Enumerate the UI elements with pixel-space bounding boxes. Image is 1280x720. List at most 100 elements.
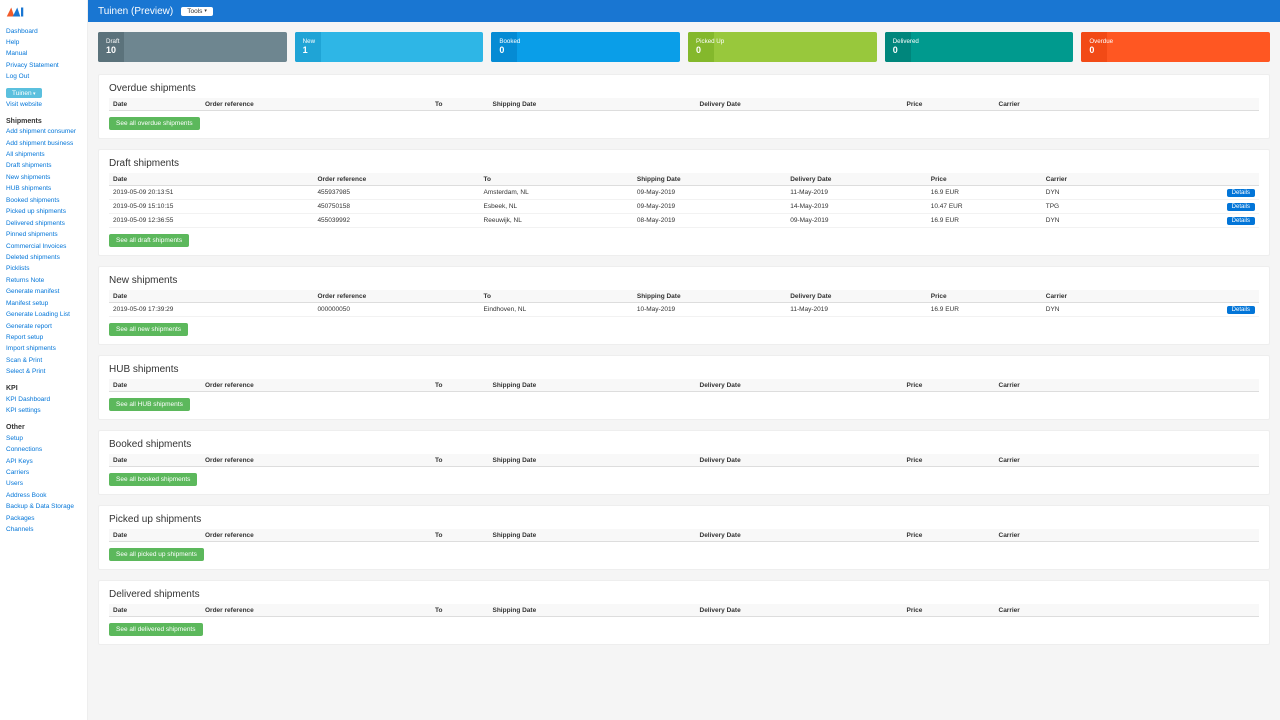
sidebar-link[interactable]: Channels bbox=[0, 525, 87, 536]
col-header-order: Order reference bbox=[313, 173, 479, 186]
sidebar-link[interactable]: Carriers bbox=[0, 467, 87, 478]
table-row: 2019-05-09 15:10:15450750158Esbeek, NL09… bbox=[109, 200, 1259, 214]
see-all-button[interactable]: See all overdue shipments bbox=[109, 117, 200, 130]
sidebar-link[interactable]: All shipments bbox=[0, 150, 87, 161]
shipments-panel: Draft shipmentsDateOrder referenceToShip… bbox=[98, 149, 1270, 256]
sidebar-link[interactable]: New shipments bbox=[0, 172, 87, 183]
shipments-table: DateOrder referenceToShipping DateDelive… bbox=[109, 604, 1259, 617]
sidebar-link[interactable]: Import shipments bbox=[0, 344, 87, 355]
sidebar-link[interactable]: Users bbox=[0, 479, 87, 490]
cell-carrier: DYN bbox=[1042, 186, 1183, 200]
tuinen-dropdown[interactable]: Tuinen bbox=[6, 88, 42, 98]
brand-logo-icon bbox=[6, 6, 24, 18]
sidebar-top-link[interactable]: Dashboard bbox=[0, 26, 87, 37]
main: Tuinen (Preview) Tools Draft10New1Booked… bbox=[88, 0, 1280, 720]
sidebar-link[interactable]: KPI Dashboard bbox=[0, 394, 87, 405]
cell-to: Esbeek, NL bbox=[480, 200, 633, 214]
cell-order: 450750158 bbox=[313, 200, 479, 214]
sidebar-link[interactable]: Generate manifest bbox=[0, 287, 87, 298]
sidebar-link[interactable]: API Keys bbox=[0, 456, 87, 467]
status-card[interactable]: Booked0 bbox=[491, 32, 680, 62]
col-header-ship: Shipping Date bbox=[489, 529, 696, 542]
cell-order: 455937985 bbox=[313, 186, 479, 200]
sidebar-link[interactable]: Draft shipments bbox=[0, 161, 87, 172]
details-button[interactable]: Details bbox=[1227, 306, 1255, 314]
shipments-panel: HUB shipmentsDateOrder referenceToShippi… bbox=[98, 355, 1270, 420]
sidebar-top-link[interactable]: Log Out bbox=[0, 72, 87, 83]
shipments-table: DateOrder referenceToShipping DateDelive… bbox=[109, 98, 1259, 111]
tools-dropdown[interactable]: Tools bbox=[181, 7, 213, 16]
sidebar-link[interactable]: Commercial Invoices bbox=[0, 241, 87, 252]
sidebar-top-link[interactable]: Help bbox=[0, 37, 87, 48]
sidebar-link[interactable]: Booked shipments bbox=[0, 195, 87, 206]
see-all-button[interactable]: See all delivered shipments bbox=[109, 623, 203, 636]
details-button[interactable]: Details bbox=[1227, 189, 1255, 197]
col-header-to: To bbox=[431, 529, 489, 542]
see-all-button[interactable]: See all booked shipments bbox=[109, 473, 197, 486]
sidebar-link[interactable]: Packages bbox=[0, 513, 87, 524]
col-header-date: Date bbox=[109, 604, 201, 617]
sidebar-link[interactable]: Select & Print bbox=[0, 367, 87, 378]
sidebar-link[interactable]: Address Book bbox=[0, 490, 87, 501]
cell-price: 10.47 EUR bbox=[927, 200, 1042, 214]
status-card-value: 1 bbox=[303, 45, 476, 56]
sidebar-link[interactable]: Connections bbox=[0, 445, 87, 456]
sidebar-link[interactable]: KPI settings bbox=[0, 406, 87, 417]
sidebar-link[interactable]: Deleted shipments bbox=[0, 252, 87, 263]
sidebar-link[interactable]: Pinned shipments bbox=[0, 230, 87, 241]
sidebar-link[interactable]: Backup & Data Storage bbox=[0, 502, 87, 513]
col-header-carrier: Carrier bbox=[995, 98, 1260, 111]
sidebar-link[interactable]: Report setup bbox=[0, 333, 87, 344]
cell-ship: 08-May-2019 bbox=[633, 214, 786, 228]
visit-website-link[interactable]: Visit website bbox=[0, 99, 87, 110]
details-button[interactable]: Details bbox=[1227, 217, 1255, 225]
details-button[interactable]: Details bbox=[1227, 203, 1255, 211]
sidebar-link[interactable]: Picked up shipments bbox=[0, 207, 87, 218]
sidebar-link[interactable]: Picklists bbox=[0, 264, 87, 275]
cell-price: 16.9 EUR bbox=[927, 303, 1042, 317]
sidebar-link[interactable]: Generate report bbox=[0, 321, 87, 332]
status-card[interactable]: Delivered0 bbox=[885, 32, 1074, 62]
col-header-price: Price bbox=[927, 290, 1042, 303]
status-card-value: 0 bbox=[1089, 45, 1262, 56]
sidebar-link[interactable]: Manifest setup bbox=[0, 298, 87, 309]
see-all-button[interactable]: See all HUB shipments bbox=[109, 398, 190, 411]
status-card[interactable]: Draft10 bbox=[98, 32, 287, 62]
panel-title: Picked up shipments bbox=[109, 514, 1259, 525]
sidebar-link[interactable]: Add shipment business bbox=[0, 138, 87, 149]
shipments-table: DateOrder referenceToShipping DateDelive… bbox=[109, 454, 1259, 467]
cell-del: 09-May-2019 bbox=[786, 214, 927, 228]
col-header-to: To bbox=[431, 379, 489, 392]
cell-carrier: DYN bbox=[1042, 303, 1183, 317]
col-header-date: Date bbox=[109, 290, 313, 303]
sidebar-link[interactable]: Add shipment consumer bbox=[0, 127, 87, 138]
sidebar-link[interactable]: Scan & Print bbox=[0, 355, 87, 366]
status-card[interactable]: Overdue0 bbox=[1081, 32, 1270, 62]
sidebar-link[interactable]: Generate Loading List bbox=[0, 310, 87, 321]
cell-to: Reeuwijk, NL bbox=[480, 214, 633, 228]
sidebar-link[interactable]: Delivered shipments bbox=[0, 218, 87, 229]
panel-title: Overdue shipments bbox=[109, 83, 1259, 94]
panel-title: Delivered shipments bbox=[109, 589, 1259, 600]
sidebar-top-link[interactable]: Manual bbox=[0, 49, 87, 60]
cell-carrier: DYN bbox=[1042, 214, 1183, 228]
sidebar-link[interactable]: Setup bbox=[0, 433, 87, 444]
cell-ship: 10-May-2019 bbox=[633, 303, 786, 317]
status-card[interactable]: Picked Up0 bbox=[688, 32, 877, 62]
col-header-to: To bbox=[431, 604, 489, 617]
col-header-carrier: Carrier bbox=[1042, 290, 1183, 303]
see-all-button[interactable]: See all new shipments bbox=[109, 323, 188, 336]
col-header-price: Price bbox=[903, 98, 995, 111]
see-all-button[interactable]: See all draft shipments bbox=[109, 234, 189, 247]
col-header-date: Date bbox=[109, 379, 201, 392]
sidebar-link[interactable]: Returns Note bbox=[0, 275, 87, 286]
sidebar-top-link[interactable]: Privacy Statement bbox=[0, 60, 87, 71]
cell-carrier: TPG bbox=[1042, 200, 1183, 214]
status-card[interactable]: New1 bbox=[295, 32, 484, 62]
sidebar-section-title: Shipments bbox=[0, 115, 87, 127]
col-header-ship: Shipping Date bbox=[633, 173, 786, 186]
see-all-button[interactable]: See all picked up shipments bbox=[109, 548, 204, 561]
logo[interactable] bbox=[0, 4, 87, 26]
col-header-carrier: Carrier bbox=[995, 529, 1260, 542]
sidebar-link[interactable]: HUB shipments bbox=[0, 184, 87, 195]
